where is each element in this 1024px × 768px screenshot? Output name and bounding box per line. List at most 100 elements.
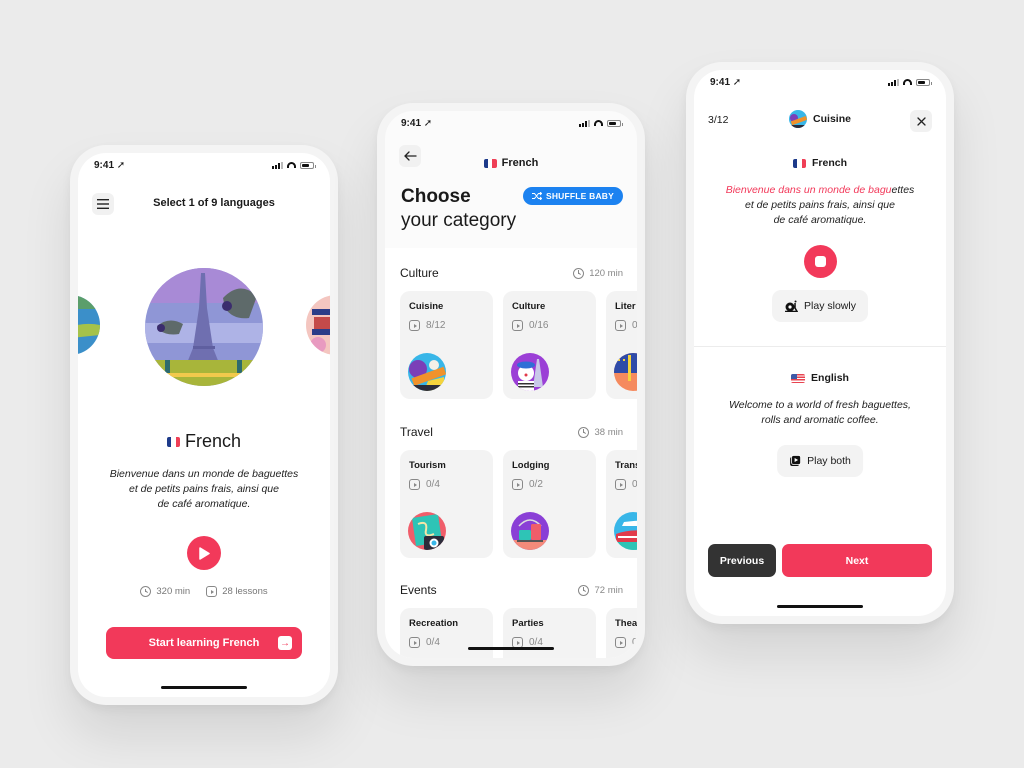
close-button[interactable] [910,110,932,132]
previous-button[interactable]: Previous [708,544,776,577]
status-time: 9:41 ➚ [401,117,433,129]
lesson-icon [409,637,420,648]
literature-illustration [614,353,637,391]
arrow-right-icon: → [278,636,292,650]
paris-eiffel-tower-illustration[interactable] [145,268,263,386]
start-learning-button[interactable]: Start learning French → [106,627,302,659]
section-title: Travel [400,425,433,439]
lesson-icon [615,479,626,490]
source-phrase: Bienvenue dans un monde de baguettes et … [725,184,915,226]
snail-icon [785,300,799,312]
lesson-icon [512,479,523,490]
signal-icon [272,161,283,169]
train-plane-illustration [614,512,637,550]
page-title: Select 1 of 9 languages [153,197,275,209]
battery-icon [916,78,932,86]
battery-icon [300,161,316,169]
lesson-icon [206,586,218,597]
language-name: French [78,431,330,452]
mime-eiffel-illustration [511,353,549,391]
category-screen: 9:41 ➚ French Choose your category SHUFF… [385,111,637,658]
lesson-icon [512,320,523,331]
section-duration: 72 min [578,584,623,596]
category-card-tourism[interactable]: Tourism 0/4 [400,450,493,558]
next-language-illustration[interactable] [306,295,330,355]
play-both-button[interactable]: Play both [777,445,863,477]
category-list[interactable]: Culture 120 min Cuisine 8/12 Culture 0/1… [385,248,637,658]
category-card-theatre[interactable]: Thea 0 [606,608,637,658]
lesson-screen: 9:41 ➚ 3/12 Cuisine French Bienvenue dan… [694,70,946,616]
status-bar: 9:41 ➚ [694,70,946,94]
lesson-title: Cuisine [694,110,946,128]
status-time: 9:41 ➚ [710,76,742,88]
lesson-icon [409,320,420,331]
signal-icon [579,119,590,127]
category-card-parties[interactable]: Parties 0/4 [503,608,596,658]
status-bar: 9:41 ➚ [78,153,330,177]
language-phrase: Bienvenue dans un monde de baguettes et … [109,468,299,510]
signal-icon [888,78,899,86]
france-flag-icon [792,158,806,168]
duration-stat: 320 min [140,586,190,597]
wifi-icon [287,162,296,168]
stop-button[interactable] [804,245,837,278]
category-card-literature[interactable]: Liter 0 [606,291,637,399]
clock-icon [573,267,585,279]
battery-icon [607,119,623,127]
wifi-icon [594,120,603,126]
status-bar: 9:41 ➚ [385,111,637,135]
home-indicator [777,605,863,608]
category-card-cuisine[interactable]: Cuisine 8/12 [400,291,493,399]
play-both-icon [790,455,802,466]
source-language-label: French [694,157,946,169]
page-heading: Choose your category [401,186,517,231]
shuffle-icon [531,192,542,200]
spoken-highlight: Bienvenue dans un monde de bagu [725,184,892,196]
play-slowly-button[interactable]: Play slowly [772,290,868,322]
language-stats: 320 min 28 lessons [78,586,330,597]
lesson-icon [615,320,626,331]
location-arrow-icon: ➚ [732,76,742,88]
section-duration: 120 min [573,267,623,279]
usa-flag-icon [791,373,806,383]
cuisine-illustration [408,353,446,391]
clock-icon [578,584,590,596]
lesson-icon [409,479,420,490]
map-camera-illustration [408,512,446,550]
shuffle-button[interactable]: SHUFFLE BABY [522,187,623,205]
location-arrow-icon: ➚ [116,159,126,171]
home-indicator [468,647,554,650]
category-card-recreation[interactable]: Recreation 0/4 [400,608,493,658]
nav-title: French [385,157,637,169]
previous-language-illustration[interactable] [78,295,100,355]
section-title: Events [400,583,437,597]
luggage-cart-illustration [511,512,549,550]
phone-language-select: 9:41 ➚ Select 1 of 9 languages French Bi… [70,145,338,705]
category-card-transport[interactable]: Trans 0 [606,450,637,558]
play-icon [199,546,210,560]
france-flag-icon [166,437,180,448]
section-title: Culture [400,266,439,280]
section-duration: 38 min [578,426,623,438]
status-time: 9:41 ➚ [94,159,126,171]
phone-lesson: 9:41 ➚ 3/12 Cuisine French Bienvenue dan… [686,62,954,624]
clock-icon [140,586,152,597]
play-button[interactable] [187,536,221,570]
lessons-stat: 28 lessons [206,586,268,597]
cuisine-avatar [789,110,808,128]
clock-icon [578,426,590,438]
category-card-lodging[interactable]: Lodging 0/2 [503,450,596,558]
language-select-screen: 9:41 ➚ Select 1 of 9 languages French Bi… [78,153,330,697]
wifi-icon [903,79,912,85]
france-flag-icon [483,158,497,168]
divider [694,346,946,347]
target-language-label: English [694,372,946,384]
lesson-icon [615,637,626,648]
close-icon [916,116,926,126]
target-phrase: Welcome to a world of fresh baguettes, r… [729,399,911,426]
phone-category-select: 9:41 ➚ French Choose your category SHUFF… [377,103,645,666]
next-button[interactable]: Next [782,544,932,577]
location-arrow-icon: ➚ [423,117,433,129]
home-indicator [161,686,247,689]
category-card-culture[interactable]: Culture 0/16 [503,291,596,399]
